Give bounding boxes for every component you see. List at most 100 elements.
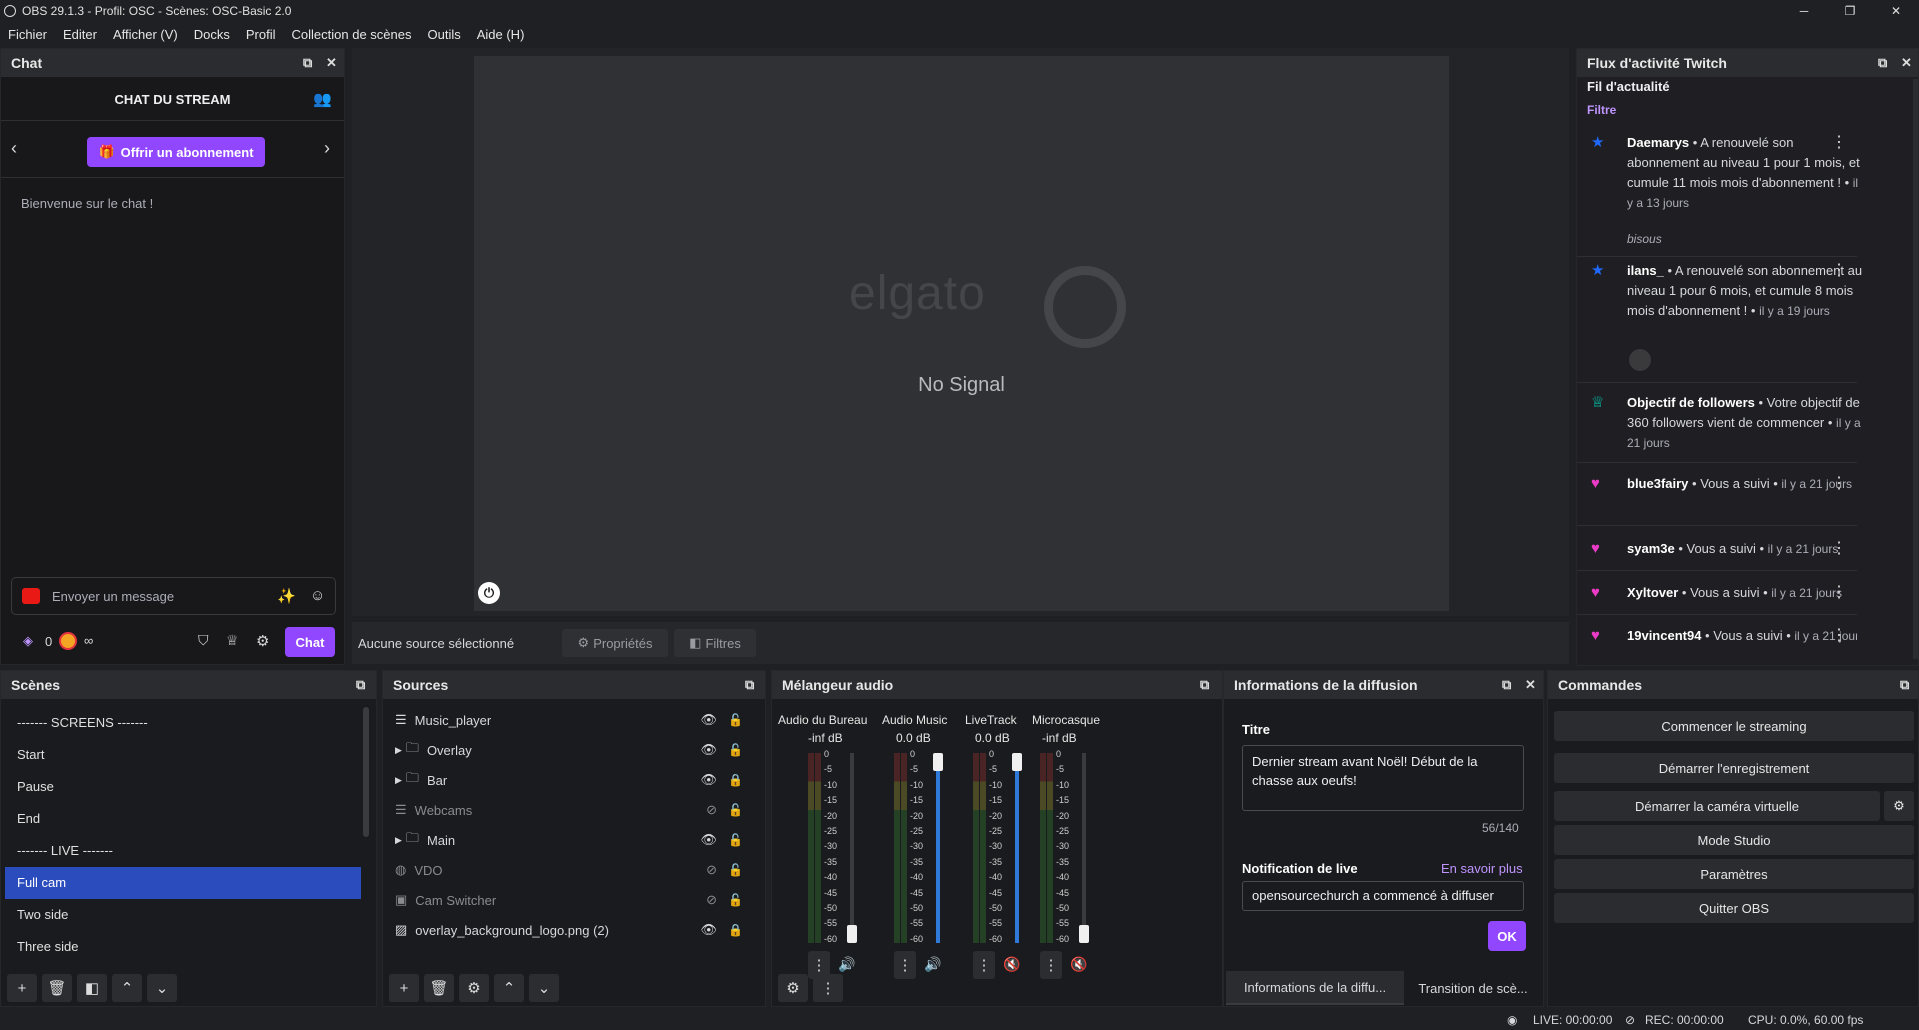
scene-item[interactable]: Two side bbox=[5, 899, 361, 931]
menu-docks[interactable]: Docks bbox=[194, 27, 230, 42]
title-field[interactable]: Dernier stream avant Noël! Début de la c… bbox=[1242, 745, 1524, 811]
menu-fichier[interactable]: Fichier bbox=[8, 27, 47, 42]
close-dock-icon[interactable]: ✕ bbox=[1525, 677, 1536, 693]
volume-slider[interactable] bbox=[1012, 753, 1022, 943]
speaker-icon[interactable]: 🔊 bbox=[924, 956, 941, 973]
kebab-icon[interactable]: ⋮ bbox=[1831, 583, 1847, 603]
undock-icon[interactable]: ⧉ bbox=[1502, 677, 1511, 693]
feed-user[interactable]: ilans_ bbox=[1627, 263, 1664, 278]
advanced-audio-icon[interactable]: ⚙ bbox=[778, 974, 808, 1002]
scene-item[interactable]: ------- SCREENS ------- bbox=[5, 707, 361, 739]
undock-icon[interactable]: ⧉ bbox=[1200, 677, 1209, 693]
unlock-icon[interactable]: 🔓 bbox=[728, 743, 743, 757]
ok-button[interactable]: OK bbox=[1488, 921, 1526, 951]
close-dock-icon[interactable]: ✕ bbox=[326, 55, 337, 71]
feed-user[interactable]: Xyltover bbox=[1627, 585, 1678, 600]
source-item[interactable]: ▶ 🗀 Main 👁 🔓 bbox=[395, 825, 755, 855]
chevron-down-icon[interactable]: ⌄ bbox=[147, 974, 177, 1002]
filters-button[interactable]: ◧ Filtres bbox=[674, 629, 756, 657]
settings-icon[interactable]: ⚙ bbox=[256, 632, 269, 650]
chevron-up-icon[interactable]: ⌃ bbox=[112, 974, 142, 1002]
notif-field[interactable]: opensourcechurch a commencé à diffuser bbox=[1242, 881, 1524, 911]
kebab-icon[interactable]: ⋮ bbox=[1831, 474, 1847, 494]
virtual-cam-settings-icon[interactable]: ⚙ bbox=[1884, 791, 1914, 821]
menu-collection[interactable]: Collection de scènes bbox=[292, 27, 412, 42]
menu-editer[interactable]: Editer bbox=[63, 27, 97, 42]
eye-icon[interactable]: 👁 bbox=[700, 772, 717, 788]
volume-slider[interactable] bbox=[847, 753, 857, 943]
menu-aide[interactable]: Aide (H) bbox=[477, 27, 525, 42]
preview-canvas[interactable]: elgato No Signal ⏻ bbox=[474, 56, 1449, 611]
maximize-icon[interactable]: ❐ bbox=[1827, 0, 1873, 22]
kebab-icon[interactable]: ⋮ bbox=[813, 974, 843, 1002]
chevron-down-icon[interactable]: ⌄ bbox=[529, 974, 559, 1002]
trash-icon[interactable]: 🗑 bbox=[424, 974, 454, 1002]
tab-scene-transition[interactable]: Transition de scè... bbox=[1404, 971, 1542, 1005]
volume-handle[interactable] bbox=[933, 753, 943, 771]
scene-item[interactable]: Three side bbox=[5, 931, 361, 963]
chevron-left-icon[interactable]: ‹ bbox=[11, 138, 17, 159]
smiley-icon[interactable]: ☺ bbox=[310, 587, 325, 604]
menu-afficher[interactable]: Afficher (V) bbox=[113, 27, 178, 42]
volume-slider[interactable] bbox=[1079, 753, 1089, 943]
scene-item[interactable]: End bbox=[5, 803, 361, 835]
channel-menu-icon[interactable]: ⋮ bbox=[1040, 951, 1062, 979]
expand-icon[interactable]: ▶ bbox=[395, 835, 402, 846]
source-item[interactable]: ▨ overlay_background_logo.png (2) 👁 🔒 bbox=[395, 915, 755, 945]
unlock-icon[interactable]: 🔓 bbox=[728, 713, 743, 727]
tab-broadcast-info[interactable]: Informations de la diffu... bbox=[1226, 971, 1404, 1005]
unlock-icon[interactable]: 🔓 bbox=[728, 863, 743, 877]
preview-area[interactable]: elgato No Signal ⏻ bbox=[352, 48, 1569, 616]
lock-icon[interactable]: 🔒 bbox=[728, 773, 743, 787]
source-item[interactable]: ▶ 🗀 Bar 👁 🔒 bbox=[395, 765, 755, 795]
chevron-right-icon[interactable]: › bbox=[324, 138, 330, 159]
source-item[interactable]: ▣ Cam Switcher ⊘ 🔓 bbox=[395, 885, 755, 915]
properties-button[interactable]: ⚙ Propriétés bbox=[562, 629, 668, 657]
undock-icon[interactable]: ⧉ bbox=[303, 55, 312, 71]
unlock-icon[interactable]: 🔓 bbox=[728, 833, 743, 847]
kebab-icon[interactable]: ⋮ bbox=[1831, 133, 1847, 153]
close-icon[interactable]: ✕ bbox=[1873, 0, 1919, 22]
trash-icon[interactable]: 🗑 bbox=[42, 974, 72, 1002]
eye-icon[interactable]: 👁 bbox=[700, 922, 717, 938]
unlock-icon[interactable]: 🔓 bbox=[728, 893, 743, 907]
feed-user[interactable]: 19vincent94 bbox=[1627, 628, 1701, 643]
users-icon[interactable]: 👥 bbox=[313, 90, 332, 108]
expand-icon[interactable]: ▶ bbox=[395, 775, 402, 786]
scene-item[interactable]: ------- LIVE ------- bbox=[5, 835, 361, 867]
source-item[interactable]: ☰ Webcams ⊘ 🔓 bbox=[395, 795, 755, 825]
volume-handle[interactable] bbox=[1079, 925, 1089, 943]
eye-icon[interactable]: 👁 bbox=[700, 832, 717, 848]
volume-slider[interactable] bbox=[933, 753, 943, 943]
eye-hidden-icon[interactable]: ⊘ bbox=[706, 892, 717, 908]
feed-user[interactable]: Objectif de followers bbox=[1627, 395, 1755, 410]
speaker-icon[interactable]: 🔊 bbox=[838, 956, 855, 973]
hype-icon[interactable] bbox=[59, 632, 77, 650]
eye-icon[interactable]: 👁 bbox=[700, 712, 717, 728]
eye-icon[interactable]: 👁 bbox=[700, 742, 717, 758]
kebab-icon[interactable]: ⋮ bbox=[1831, 539, 1847, 559]
scene-item[interactable]: Pause bbox=[5, 771, 361, 803]
scene-item[interactable]: Start bbox=[5, 739, 361, 771]
lock-icon[interactable]: 🔒 bbox=[728, 923, 743, 937]
source-item[interactable]: ☰ Music_player 👁 🔓 bbox=[395, 705, 755, 735]
eye-hidden-icon[interactable]: ⊘ bbox=[706, 862, 717, 878]
quit-button[interactable]: Quitter OBS bbox=[1554, 893, 1914, 923]
start-streaming-button[interactable]: Commencer le streaming bbox=[1554, 711, 1914, 741]
chat-send-button[interactable]: Chat bbox=[285, 627, 335, 657]
undock-icon[interactable]: ⧉ bbox=[356, 677, 365, 693]
feed-user[interactable]: blue3fairy bbox=[1627, 476, 1688, 491]
add-icon[interactable]: + bbox=[7, 974, 37, 1002]
activity-scrollbar[interactable] bbox=[1913, 79, 1918, 659]
undock-icon[interactable]: ⧉ bbox=[745, 677, 754, 693]
chat-input[interactable]: Envoyer un message ✨ ☺ bbox=[11, 577, 336, 615]
kebab-icon[interactable]: ⋮ bbox=[1831, 261, 1847, 281]
channel-points-icon[interactable]: ◈ bbox=[23, 633, 33, 649]
add-icon[interactable]: + bbox=[389, 974, 419, 1002]
emote-icon[interactable]: ✨ bbox=[277, 587, 296, 605]
learn-more-link[interactable]: En savoir plus bbox=[1441, 861, 1523, 876]
studio-mode-button[interactable]: Mode Studio bbox=[1554, 825, 1914, 855]
volume-handle[interactable] bbox=[1012, 753, 1022, 771]
chevron-up-icon[interactable]: ⌃ bbox=[494, 974, 524, 1002]
minimize-icon[interactable]: ─ bbox=[1781, 0, 1827, 22]
